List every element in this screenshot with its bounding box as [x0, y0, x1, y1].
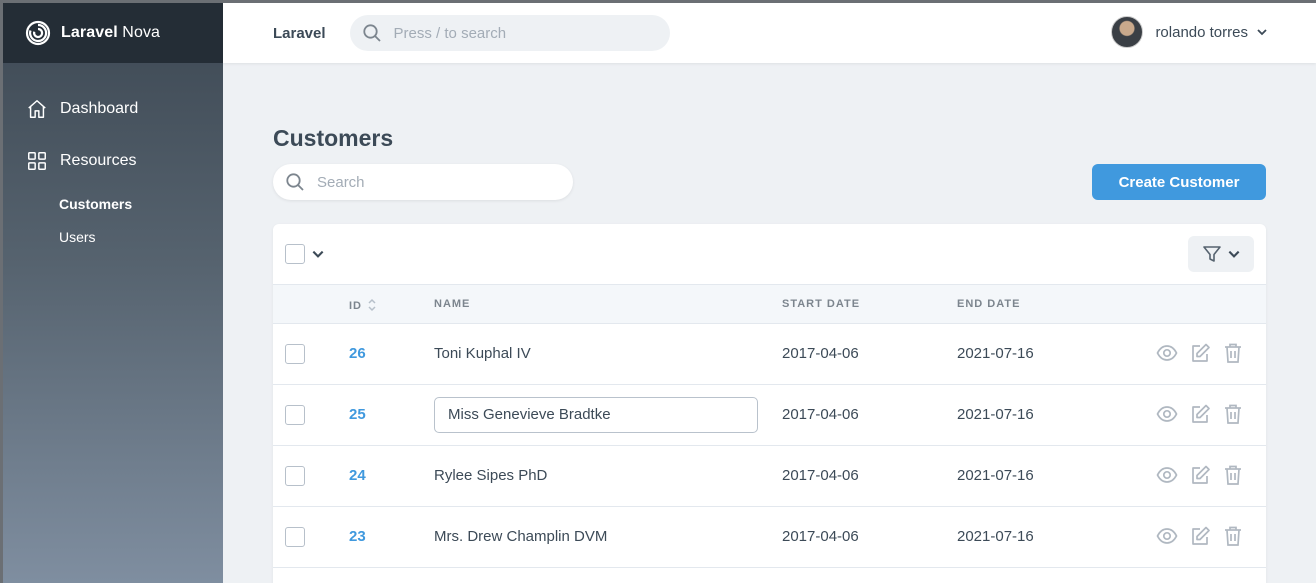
column-id[interactable]: ID — [349, 298, 378, 312]
chevron-down-icon — [1228, 250, 1240, 258]
edit-icon[interactable] — [1189, 403, 1211, 425]
row-end-date: 2021-07-16 — [957, 467, 1034, 484]
row-start-date: 2017-04-06 — [782, 467, 859, 484]
row-checkbox[interactable] — [285, 405, 305, 425]
page-title: Customers — [273, 125, 394, 151]
sidebar-item-label: Dashboard — [60, 100, 139, 117]
row-checkbox[interactable] — [285, 527, 305, 547]
sidebar-item-users[interactable]: Users — [3, 220, 223, 253]
sort-icon — [368, 298, 376, 312]
row-start-date: 2017-04-06 — [782, 406, 859, 423]
column-end-date: END DATE — [957, 298, 1021, 310]
row-id-link[interactable]: 23 — [349, 528, 366, 545]
sidebar-item-customers[interactable]: Customers — [3, 187, 223, 220]
row-actions — [1156, 403, 1244, 425]
table-row: 26 Toni Kuphal IV 2017-04-06 2021-07-16 — [273, 324, 1266, 385]
row-id-link[interactable]: 24 — [349, 467, 366, 484]
resource-search — [273, 164, 573, 200]
eye-icon[interactable] — [1156, 342, 1178, 364]
sidebar-item-dashboard[interactable]: Dashboard — [3, 83, 223, 135]
search-icon — [362, 24, 381, 42]
home-icon — [28, 100, 46, 118]
edit-icon[interactable] — [1189, 525, 1211, 547]
row-start-date: 2017-04-06 — [782, 528, 859, 545]
column-start-date: START DATE — [782, 298, 861, 310]
select-all-checkbox[interactable] — [285, 244, 305, 264]
chevron-down-icon — [1257, 29, 1267, 36]
row-checkbox[interactable] — [285, 466, 305, 486]
nova-logo-icon — [25, 20, 51, 46]
resource-search-input[interactable] — [317, 173, 557, 191]
user-menu[interactable]: rolando torres — [1111, 16, 1268, 48]
column-name: NAME — [434, 298, 471, 310]
select-all-dropdown[interactable] — [285, 244, 325, 264]
sidebar-nav: Dashboard Resources Customers Users — [3, 63, 223, 253]
create-customer-button[interactable]: Create Customer — [1092, 164, 1266, 200]
chevron-down-icon — [312, 250, 324, 258]
global-search-input[interactable] — [393, 24, 644, 42]
row-actions — [1156, 342, 1244, 364]
trash-icon[interactable] — [1222, 464, 1244, 486]
table-row: 25 Miss Genevieve Bradtke 2017-04-06 202… — [273, 385, 1266, 446]
sidebar: Laravel Nova Dashboard Resources Custome… — [3, 3, 223, 583]
table-header: ID NAME START DATE END DATE — [273, 284, 1266, 324]
filter-icon — [1203, 246, 1221, 262]
row-actions — [1156, 464, 1244, 486]
row-checkbox[interactable] — [285, 344, 305, 364]
row-actions — [1156, 525, 1244, 547]
row-id-link[interactable]: 26 — [349, 345, 366, 362]
row-end-date: 2021-07-16 — [957, 345, 1034, 362]
avatar — [1111, 16, 1144, 48]
brand[interactable]: Laravel Nova — [3, 3, 223, 63]
row-name: Mrs. Drew Champlin DVM — [434, 528, 608, 545]
eye-icon[interactable] — [1156, 464, 1178, 486]
row-name-hover-outline: Miss Genevieve Bradtke — [434, 397, 758, 433]
global-search — [349, 15, 670, 51]
app-name: Laravel — [273, 24, 326, 42]
trash-icon[interactable] — [1222, 403, 1244, 425]
eye-icon[interactable] — [1156, 403, 1178, 425]
user-name: rolando torres — [1155, 23, 1248, 41]
filter-button[interactable] — [1188, 236, 1254, 272]
app-window: Laravel Nova Dashboard Resources Custome… — [0, 0, 1316, 583]
row-id-link[interactable]: 25 — [349, 406, 366, 423]
row-name: Rylee Sipes PhD — [434, 467, 548, 484]
top-header: Laravel rolando torres — [223, 3, 1316, 63]
row-start-date: 2017-04-06 — [782, 345, 859, 362]
edit-icon[interactable] — [1189, 464, 1211, 486]
resource-table-card: ID NAME START DATE END DATE 26 Toni Kuph… — [273, 224, 1266, 583]
row-name: Toni Kuphal IV — [434, 345, 531, 362]
sidebar-item-resources[interactable]: Resources — [3, 135, 223, 187]
brand-name: Laravel Nova — [61, 24, 161, 41]
trash-icon[interactable] — [1222, 342, 1244, 364]
table-toolbar — [273, 224, 1266, 284]
table-row: 23 Mrs. Drew Champlin DVM 2017-04-06 202… — [273, 507, 1266, 568]
row-end-date: 2021-07-16 — [957, 406, 1034, 423]
sidebar-item-label: Resources — [60, 152, 137, 169]
table-row: 24 Rylee Sipes PhD 2017-04-06 2021-07-16 — [273, 446, 1266, 507]
grid-icon — [28, 152, 46, 170]
trash-icon[interactable] — [1222, 525, 1244, 547]
search-icon — [286, 173, 304, 191]
eye-icon[interactable] — [1156, 525, 1178, 547]
edit-icon[interactable] — [1189, 342, 1211, 364]
row-end-date: 2021-07-16 — [957, 528, 1034, 545]
